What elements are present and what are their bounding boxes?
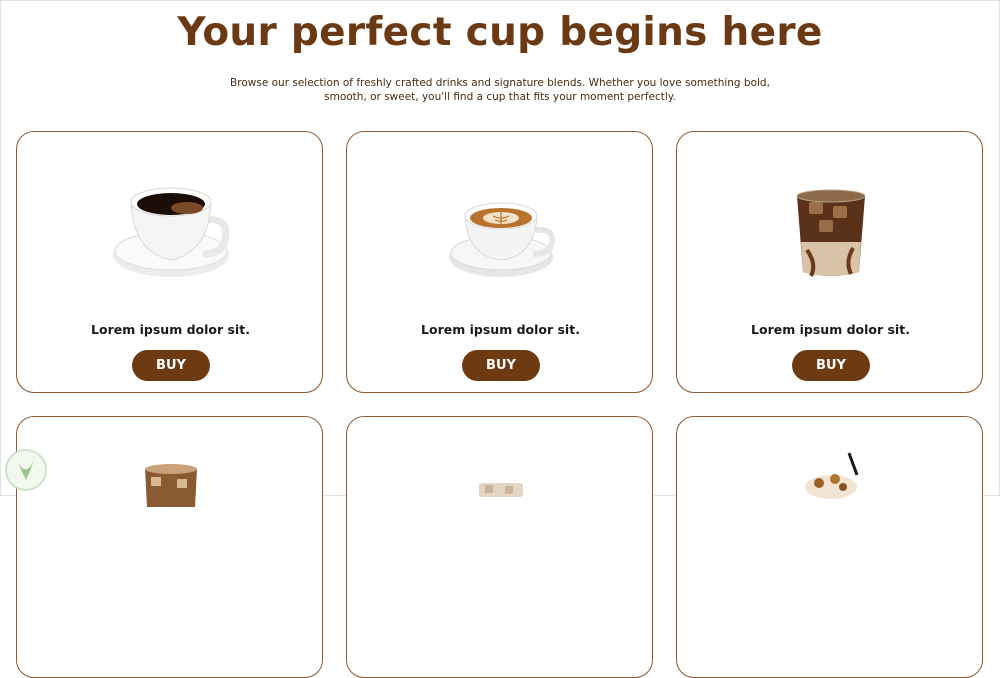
leaf-badge-icon [5,449,47,491]
product-card: Lorem ipsum dolor sit. BUY [676,131,983,393]
buy-button[interactable]: BUY [462,350,540,381]
product-card: Lorem ipsum dolor sit. BUY [16,131,323,393]
latte-art-cup-icon [449,202,556,277]
product-name: Lorem ipsum dolor sit. [91,322,250,337]
iced-mocha-glass-icon [796,189,866,277]
product-card [676,416,983,678]
product-card [346,416,653,678]
product-card: Lorem ipsum dolor sit. BUY [346,131,653,393]
buy-button[interactable]: BUY [792,350,870,381]
product-name: Lorem ipsum dolor sit. [421,322,580,337]
page-subtitle: Browse our selection of freshly crafted … [230,77,770,103]
product-name: Lorem ipsum dolor sit. [751,322,910,337]
page-title: Your perfect cup begins here [177,10,823,55]
iced-coffee-glass-icon [145,464,197,507]
product-card [16,416,323,678]
iced-drink-icon [479,483,523,497]
caramel-frappe-icon [805,452,859,499]
black-coffee-cup-icon [113,187,230,277]
buy-button[interactable]: BUY [132,350,210,381]
